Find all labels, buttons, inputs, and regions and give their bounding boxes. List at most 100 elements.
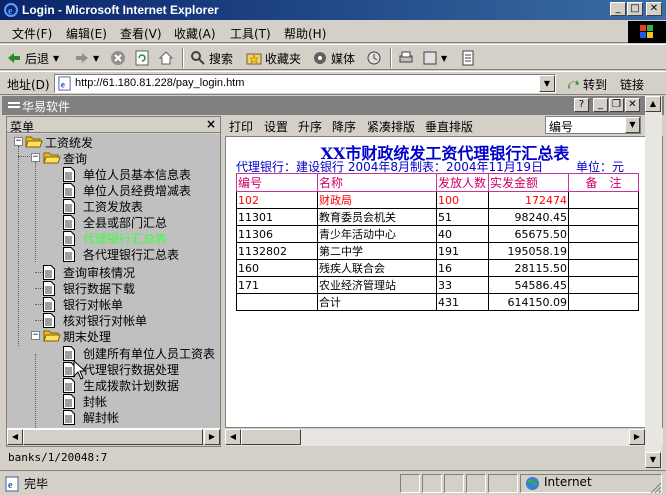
scroll-thumb[interactable] [241, 429, 301, 445]
back-button[interactable]: 后退 ▼ [6, 49, 59, 67]
sort-asc-tool[interactable]: 升序 [298, 118, 322, 135]
menu-favorites[interactable]: 收藏(A) [174, 25, 216, 42]
app-restore-button[interactable]: ❐ [609, 98, 624, 112]
app-close-button[interactable]: ✕ [625, 98, 640, 112]
app-minimize-button[interactable]: _ [593, 98, 608, 112]
media-button[interactable]: 媒体 [312, 49, 355, 67]
tree-root[interactable]: 工资统发 [25, 134, 93, 150]
sort-field-dropdown[interactable]: ▼ [625, 117, 640, 133]
column-header: 备 注 [568, 173, 639, 192]
tree-item[interactable]: 工资发放表 [63, 198, 143, 214]
query-collapse-toggle[interactable]: − [31, 153, 40, 162]
scroll-left-button[interactable]: ◀ [225, 429, 241, 445]
report-panel: 打印 设置 升序 降序 紧凑排版 垂直排版 编号 ▼ XX市财政统发工资代理银行… [225, 116, 663, 447]
menu-tools[interactable]: 工具(T) [230, 25, 271, 42]
document-icon [63, 182, 75, 198]
sort-field-value: 编号 [549, 120, 574, 134]
home-button[interactable] [158, 49, 177, 67]
report-horizontal-scrollbar[interactable]: ◀ ▶ [225, 429, 663, 446]
document-icon [63, 230, 75, 246]
table-row[interactable]: 102 财政局 100 172474 [236, 191, 639, 209]
address-input[interactable]: e http://61.180.81.228/pay_login.htm ▼ [54, 74, 556, 93]
folder-open-icon [25, 136, 43, 148]
search-button[interactable]: 搜索 [190, 49, 233, 67]
scroll-left-button[interactable]: ◀ [7, 429, 23, 445]
scroll-up-button[interactable]: ▲ [645, 96, 661, 112]
menu-help[interactable]: 帮助(H) [284, 25, 326, 42]
history-button[interactable] [366, 49, 385, 67]
address-dropdown[interactable]: ▼ [539, 75, 555, 92]
tree-item[interactable]: 单位人员基本信息表 [63, 166, 191, 182]
stop-button[interactable] [110, 49, 129, 67]
tree-item[interactable]: 查询审核情况 [43, 264, 135, 280]
table-row[interactable]: 1132802 第二中学 191 195058.19 [236, 242, 639, 260]
media-icon [314, 52, 326, 64]
svg-text:e: e [8, 480, 13, 491]
refresh-button[interactable] [134, 49, 153, 67]
favorites-button[interactable]: 收藏夹 [246, 49, 301, 67]
menu-edit[interactable]: 编辑(E) [66, 25, 107, 42]
tree-item-selected[interactable]: 代理银行汇总表 [63, 230, 167, 246]
links-button[interactable]: 链接 [620, 76, 644, 93]
period-collapse-toggle[interactable]: − [31, 331, 40, 340]
resize-grip-icon[interactable] [650, 482, 662, 494]
tree-item[interactable]: 创建所有单位人员工资表 [63, 345, 215, 361]
cell: 100 [436, 191, 489, 209]
cell: 16 [436, 259, 489, 277]
window-titlebar: e Login - Microsoft Internet Explorer _ … [0, 0, 666, 20]
table-row[interactable]: 11301 教育委员会机关 51 98240.45 [236, 208, 639, 226]
tree-item[interactable]: 全县或部门汇总 [63, 214, 167, 230]
table-total-row[interactable]: 合计 431 614150.09 [236, 293, 639, 311]
cell: 财政局 [317, 191, 437, 209]
compact-layout-tool[interactable]: 紧凑排版 [367, 118, 415, 135]
minimize-button[interactable]: _ [610, 2, 626, 16]
go-button[interactable]: 转到 [566, 76, 607, 93]
discuss-button[interactable] [460, 49, 479, 67]
tree-group-period[interactable]: 期末处理 [43, 328, 111, 344]
document-icon [63, 214, 75, 230]
forward-button[interactable]: ▼ [74, 49, 99, 67]
menu-horizontal-scrollbar[interactable]: ◀ ▶ [7, 428, 220, 445]
menu-panel-close-icon[interactable]: × [206, 117, 216, 131]
tree-item[interactable]: 各代理银行汇总表 [63, 246, 179, 262]
tree-item[interactable]: 核对银行对帐单 [43, 312, 147, 328]
folder-open-icon [43, 330, 61, 342]
help-button[interactable]: ? [574, 98, 589, 112]
tree-item-label: 解封帐 [83, 410, 120, 425]
cell: 残疾人联合会 [317, 259, 437, 277]
vertical-layout-tool[interactable]: 垂直排版 [425, 118, 473, 135]
table-row[interactable]: 171 农业经济管理站 33 54586.45 [236, 276, 639, 294]
scroll-right-button[interactable]: ▶ [629, 429, 645, 445]
page-vertical-scrollbar[interactable]: ▲ ▼ [645, 96, 662, 468]
sort-desc-tool[interactable]: 降序 [332, 118, 356, 135]
tree-item[interactable]: 解封帐 [63, 409, 119, 425]
edit-button[interactable]: ▼ [422, 49, 447, 67]
table-row[interactable]: 160 残疾人联合会 16 28115.50 [236, 259, 639, 277]
menu-file[interactable]: 文件(F) [12, 25, 52, 42]
table-row[interactable]: 11306 青少年活动中心 40 65675.50 [236, 225, 639, 243]
cell [236, 293, 318, 311]
tree-item[interactable]: 封帐 [63, 393, 107, 409]
close-button[interactable]: ✕ [646, 2, 662, 16]
tree-item[interactable]: 单位人员经费增减表 [63, 182, 191, 198]
tree-group-query[interactable]: 查询 [43, 150, 87, 166]
document-icon [43, 312, 55, 328]
root-collapse-toggle[interactable]: − [14, 137, 23, 146]
settings-tool[interactable]: 设置 [264, 118, 288, 135]
menu-view[interactable]: 查看(V) [120, 25, 162, 42]
sort-field-select[interactable]: 编号 ▼ [545, 116, 641, 134]
back-label: 后退 [25, 51, 50, 66]
tree-item[interactable]: 银行数据下载 [43, 280, 135, 296]
tree-item[interactable]: 银行对帐单 [43, 296, 123, 312]
scroll-thumb[interactable] [23, 429, 203, 445]
svg-text:e: e [8, 6, 13, 17]
tree-item-label: 各代理银行汇总表 [83, 247, 180, 262]
tree-item-label: 全县或部门汇总 [83, 215, 168, 230]
scroll-down-button[interactable]: ▼ [645, 452, 661, 468]
maximize-button[interactable]: □ [627, 2, 643, 16]
print-button[interactable] [398, 49, 417, 67]
print-tool[interactable]: 打印 [229, 118, 253, 135]
scroll-right-button[interactable]: ▶ [204, 429, 220, 445]
cell [568, 225, 639, 243]
report-table: 编号 名称 发放人数 实发金额 备 注 102 财政局 100 172474 1… [236, 173, 639, 311]
